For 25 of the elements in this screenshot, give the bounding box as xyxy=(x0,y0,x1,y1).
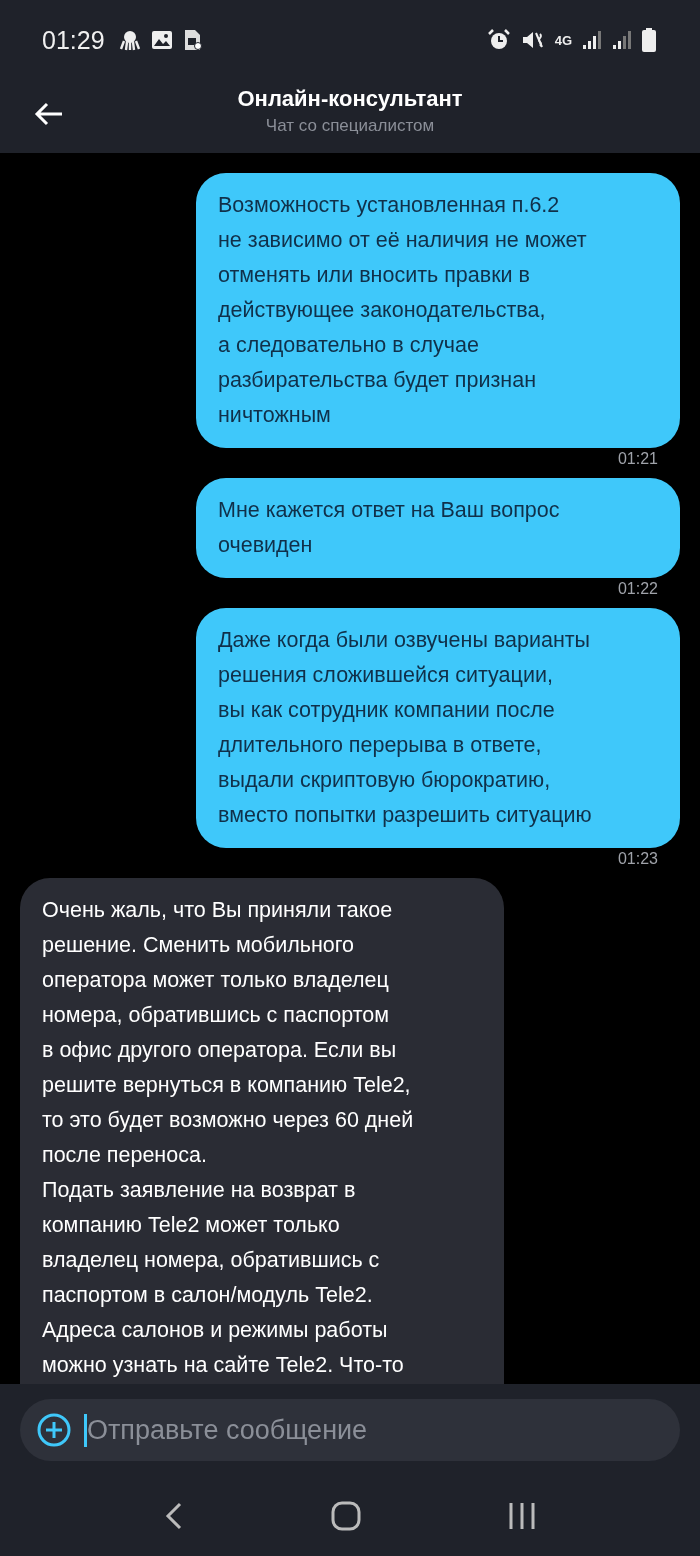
battery-icon xyxy=(642,28,656,52)
image-icon xyxy=(150,30,173,50)
signal-icon xyxy=(582,30,602,50)
add-button[interactable] xyxy=(36,1412,72,1448)
plus-icon xyxy=(36,1412,72,1448)
message-time: 01:22 xyxy=(617,580,658,598)
network-type: 4G xyxy=(554,33,572,47)
alarm-icon xyxy=(486,28,511,52)
three-lines-icon xyxy=(508,1501,537,1531)
back-arrow-icon xyxy=(34,102,64,126)
outgoing-message: Мне кажется ответ на Ваш вопрос очевиден xyxy=(196,478,680,578)
incoming-message: Очень жаль, что Вы приняли такое решение. Сменить мобильного оператора может только владелец номера, обратившись с паспортом в офис другого оператора. Если вы решите вернуться в компанию Tele2, то это будет возможно через 60 дней после переноса. Подать заявление на возврат в компанию Tele2 может только владелец номера, обратившись с паспортом в салон/модуль Tele2. Адреса салонов и режимы работы можно узнать на сайте Tele2. Что-то xyxy=(20,878,504,1384)
chat-title: Онлайн-консультант xyxy=(237,85,463,112)
chat-subtitle: Чат со специалистом xyxy=(265,115,435,136)
octopus-icon xyxy=(118,29,141,51)
status-time: 01:29 xyxy=(42,25,105,55)
signal-icon xyxy=(612,30,632,50)
sim-settings-icon xyxy=(182,29,203,51)
rounded-square-icon xyxy=(331,1501,361,1531)
outgoing-message: Даже когда были озвучены варианты решения сложившейся ситуации, вы как сотрудник компании после длительного перерыва в ответе, выдали скриптовую бюрократию, вместо попытки разрешить ситуацию xyxy=(196,608,680,848)
message-time: 01:21 xyxy=(617,450,658,468)
message-time: 01:23 xyxy=(617,850,658,868)
chevron-icon xyxy=(163,1501,184,1531)
outgoing-message: Возможность установленная п.6.2 не зависимо от её наличия не может отменять или вносить правки в действующее законодательства, а следовательно в случае разбирательства будет признан ничтожным xyxy=(196,173,680,448)
message-box[interactable]: Отправьте сообщение xyxy=(20,1399,680,1461)
